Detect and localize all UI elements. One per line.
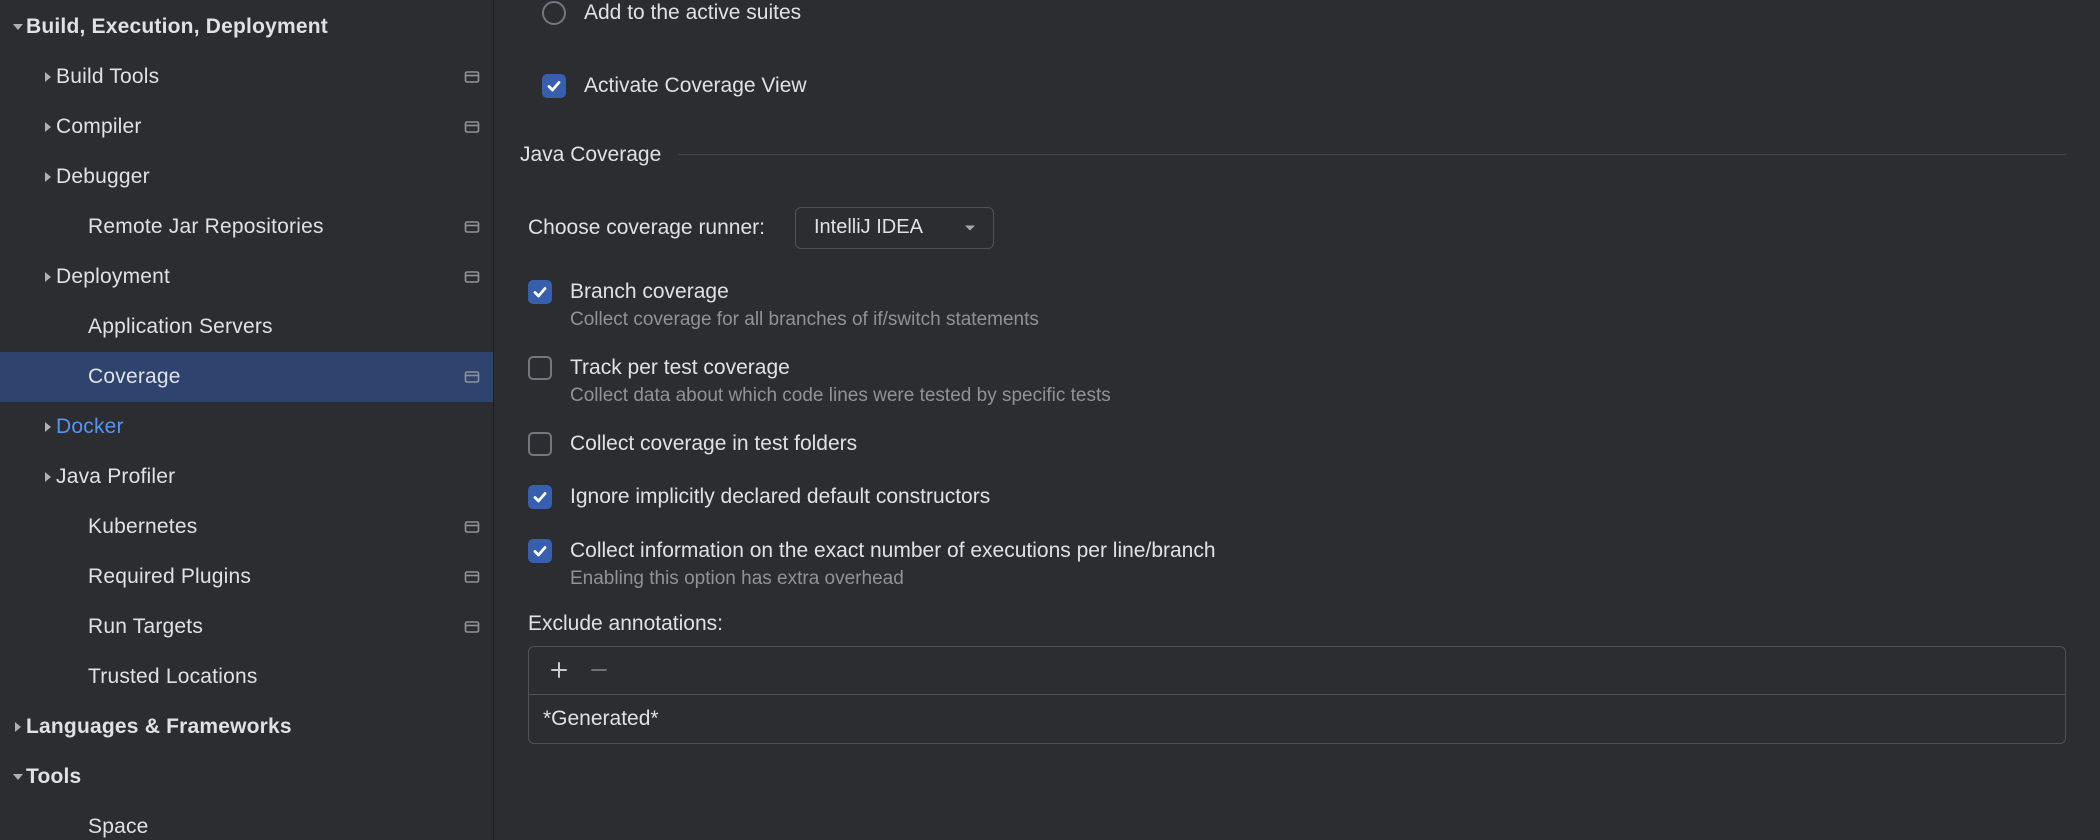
tree-item[interactable]: Build Tools: [0, 52, 493, 102]
tree-item[interactable]: Space: [0, 802, 493, 840]
checkbox-label: Ignore implicitly declared default const…: [570, 482, 990, 511]
dropdown-value: IntelliJ IDEA: [814, 216, 923, 239]
tree-item-label: Tools: [26, 765, 481, 789]
tree-item-label: Trusted Locations: [88, 665, 481, 689]
tree-item-label: Build, Execution, Deployment: [26, 15, 481, 39]
tree-item[interactable]: Required Plugins: [0, 552, 493, 602]
radio-label: Add to the active suites: [584, 0, 801, 27]
tree-item-label: Application Servers: [88, 315, 481, 339]
section-title: Java Coverage: [520, 143, 661, 167]
plus-icon: [549, 660, 569, 680]
project-scope-icon: [463, 218, 481, 236]
chevron-right-icon: [40, 121, 56, 133]
list-toolbar: [529, 647, 2065, 695]
option-branch-coverage[interactable]: Branch coverage Collect coverage for all…: [528, 277, 2066, 333]
project-scope-icon: [463, 68, 481, 86]
project-scope-icon: [463, 618, 481, 636]
chevron-down-icon: [10, 21, 26, 33]
tree-item-label: Docker: [56, 415, 481, 439]
checkbox-label: Track per test coverage: [570, 353, 1111, 382]
settings-tree: Build, Execution, Deployment Build Tools C…: [0, 0, 494, 840]
remove-button[interactable]: [581, 652, 617, 688]
tree-item-label: Debugger: [56, 165, 481, 189]
checkbox-label: Collect coverage in test folders: [570, 429, 857, 458]
chevron-right-icon: [10, 721, 26, 733]
tree-item[interactable]: Docker: [0, 402, 493, 452]
coverage-runner-dropdown[interactable]: IntelliJ IDEA: [795, 207, 994, 249]
tree-item[interactable]: Debugger: [0, 152, 493, 202]
option-track-per-test-coverage[interactable]: Track per test coverage Collect data abo…: [528, 353, 2066, 409]
tree-item[interactable]: Remote Jar Repositories: [0, 202, 493, 252]
checkbox-description: Collect data about which code lines were…: [570, 384, 1111, 409]
checkbox-description: Collect coverage for all branches of if/…: [570, 308, 1039, 333]
checkbox-label: Collect information on the exact number …: [570, 536, 1216, 565]
tree-item[interactable]: Kubernetes: [0, 502, 493, 552]
exclude-annotations-label: Exclude annotations:: [528, 612, 2066, 636]
minus-icon: [589, 660, 609, 680]
tree-item[interactable]: Tools: [0, 752, 493, 802]
tree-item-label: Coverage: [88, 365, 463, 389]
chevron-right-icon: [40, 71, 56, 83]
java-coverage-section-header: Java Coverage: [520, 143, 2066, 167]
checkbox-label: Activate Coverage View: [584, 71, 807, 100]
chevron-right-icon: [40, 471, 56, 483]
chevron-right-icon: [40, 171, 56, 183]
tree-item-label: Build Tools: [56, 65, 463, 89]
tree-item[interactable]: Run Targets: [0, 602, 493, 652]
option-activate-coverage-view[interactable]: Activate Coverage View: [528, 71, 2066, 100]
project-scope-icon: [463, 518, 481, 536]
tree-item-label: Deployment: [56, 265, 463, 289]
checkbox-checked-icon: [528, 280, 552, 304]
tree-item-label: Run Targets: [88, 615, 463, 639]
tree-item-label: Compiler: [56, 115, 463, 139]
list-item[interactable]: *Generated*: [529, 695, 2065, 743]
tree-item[interactable]: Java Profiler: [0, 452, 493, 502]
checkbox-checked-icon: [528, 539, 552, 563]
checkbox-unchecked-icon: [528, 432, 552, 456]
divider: [679, 154, 2066, 155]
project-scope-icon: [463, 118, 481, 136]
radio-icon-unselected: [542, 1, 566, 25]
option-collect-execution-count[interactable]: Collect information on the exact number …: [528, 536, 2066, 592]
project-scope-icon: [463, 568, 481, 586]
checkbox-checked-icon: [528, 485, 552, 509]
add-button[interactable]: [541, 652, 577, 688]
tree-item[interactable]: Compiler: [0, 102, 493, 152]
chevron-right-icon: [40, 271, 56, 283]
checkbox-unchecked-icon: [528, 356, 552, 380]
checkbox-label: Branch coverage: [570, 277, 1039, 306]
option-ignore-default-constructors[interactable]: Ignore implicitly declared default const…: [528, 482, 2066, 511]
exclude-annotations-list: *Generated*: [528, 646, 2066, 744]
tree-item-label: Space: [88, 815, 481, 839]
project-scope-icon: [463, 268, 481, 286]
project-scope-icon: [463, 368, 481, 386]
tree-item-label: Languages & Frameworks: [26, 715, 481, 739]
checkbox-checked-icon: [542, 74, 566, 98]
tree-item[interactable]: Languages & Frameworks: [0, 702, 493, 752]
tree-item[interactable]: Application Servers: [0, 302, 493, 352]
tree-item-label: Java Profiler: [56, 465, 481, 489]
coverage-runner-label: Choose coverage runner:: [528, 216, 765, 240]
option-add-to-active-suites[interactable]: Add to the active suites: [528, 0, 2066, 27]
checkbox-description: Enabling this option has extra overhead: [570, 567, 1216, 592]
tree-item[interactable]: Trusted Locations: [0, 652, 493, 702]
chevron-down-icon: [10, 771, 26, 783]
tree-item[interactable]: Coverage: [0, 352, 493, 402]
tree-item-label: Kubernetes: [88, 515, 463, 539]
tree-item-label: Required Plugins: [88, 565, 463, 589]
tree-item[interactable]: Build, Execution, Deployment: [0, 2, 493, 52]
chevron-down-icon: [963, 221, 977, 235]
option-collect-in-test-folders[interactable]: Collect coverage in test folders: [528, 429, 2066, 458]
coverage-settings-panel: Add to the active suites Activate Covera…: [494, 0, 2100, 840]
chevron-right-icon: [40, 421, 56, 433]
tree-item-label: Remote Jar Repositories: [88, 215, 463, 239]
tree-item[interactable]: Deployment: [0, 252, 493, 302]
